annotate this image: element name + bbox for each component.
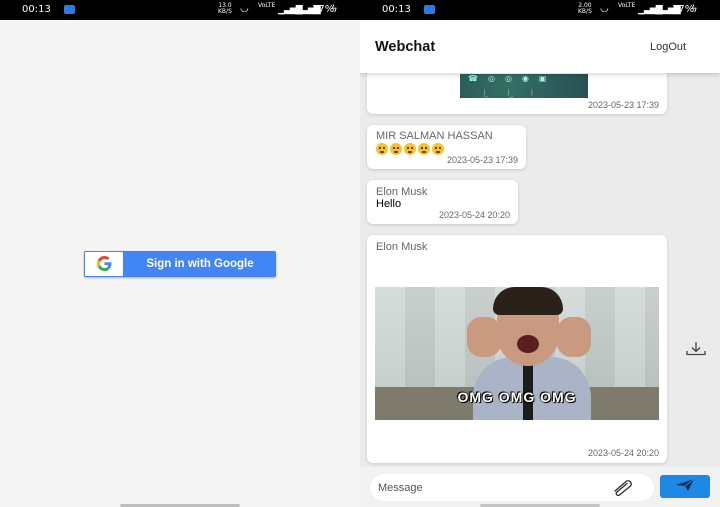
image-thumbnail[interactable]: ☎◎◎◉▣ |||□<: [460, 74, 588, 102]
emoji-icon: [432, 143, 444, 155]
volte-tag: VoLTE: [258, 2, 276, 9]
emoji-icon: [390, 143, 402, 155]
app-notification-icon: [64, 5, 75, 14]
message-sender: Elon Musk: [376, 241, 428, 253]
thumbnail-nav-icons: |||□<: [484, 90, 555, 102]
emoji-icon: [376, 143, 388, 155]
emoji-icon: [404, 143, 416, 155]
logout-button[interactable]: LogOut: [650, 41, 686, 53]
send-icon: [676, 478, 695, 491]
gif-caption: OMG OMG OMG: [457, 389, 577, 405]
message-timestamp: 2023-05-23 17:39: [446, 155, 518, 165]
message-composer: [360, 467, 720, 507]
status-time: 00:13: [22, 4, 51, 15]
message-sender: MIR SALMAN HASSAN: [376, 130, 493, 142]
message-timestamp: 2023-05-24 20:20: [438, 210, 510, 220]
gif-person-hair: [493, 287, 563, 315]
google-signin-button[interactable]: Sign in with Google: [84, 251, 276, 277]
charging-icon: ϟ: [691, 4, 698, 15]
send-button[interactable]: [660, 475, 710, 498]
charging-icon: ϟ: [331, 4, 338, 15]
message-text: Hello: [376, 198, 402, 210]
google-signin-label: Sign in with Google: [146, 258, 254, 270]
gif-image[interactable]: OMG OMG OMG: [375, 287, 659, 420]
message-timestamp: 2023-05-24 20:20: [587, 448, 659, 458]
download-icon[interactable]: [684, 340, 708, 358]
gif-person-hand-left: [467, 317, 501, 357]
app-header: Webchat LogOut: [360, 20, 720, 73]
chat-screen: ☎◎◎◉▣ |||□< 2023-05-23 17:39 MIR SALMAN …: [360, 0, 720, 507]
volte-tag: VoLTE: [618, 2, 636, 9]
message-bubble-text[interactable]: Elon Musk Hello 2023-05-24 20:20: [367, 180, 518, 224]
paperclip-icon[interactable]: [611, 478, 637, 497]
login-screen: 00:13 13.0 KB/S ◡ VoLTE ▁▃▅▇ ▁▃▅▇ 17% ϟ: [0, 0, 360, 507]
app-root: 00:13 13.0 KB/S ◡ VoLTE ▁▃▅▇ ▁▃▅▇ 17% ϟ: [0, 0, 720, 507]
gif-person-hand-right: [557, 317, 591, 357]
google-g-icon: [97, 256, 112, 275]
emoji-icon: [418, 143, 430, 155]
google-logo-box: [85, 252, 123, 276]
network-speed-unit: KB/S: [218, 8, 232, 15]
wifi-icon: ◡: [600, 3, 609, 14]
message-sender: Elon Musk: [376, 186, 428, 198]
status-bar: 00:13 2.00 KB/S ◡ VoLTE ▁▃▅▇ ▁▃▅▇ 17% ϟ: [360, 0, 720, 20]
wifi-icon: ◡: [240, 3, 249, 14]
network-speed-unit: KB/S: [578, 8, 592, 15]
thumbnail-app-icons: ☎◎◎◉▣: [468, 74, 557, 83]
network-speed: 2.00 KB/S: [578, 3, 592, 15]
message-bubble-emoji[interactable]: MIR SALMAN HASSAN 2023-05-23 17:39: [367, 125, 526, 169]
network-speed: 13.0 KB/S: [218, 3, 232, 15]
app-title: Webchat: [375, 39, 436, 55]
emoji-row: [376, 143, 444, 155]
gif-person-mouth: [517, 335, 539, 353]
message-timestamp: 2023-05-23 17:39: [587, 100, 659, 110]
status-bar: 00:13 13.0 KB/S ◡ VoLTE ▁▃▅▇ ▁▃▅▇ 17% ϟ: [0, 0, 360, 20]
app-notification-icon: [424, 5, 435, 14]
message-bubble-gif[interactable]: Elon Musk OMG OMG OMG 2023-05-24 20:20: [367, 235, 667, 463]
status-time: 00:13: [382, 4, 411, 15]
